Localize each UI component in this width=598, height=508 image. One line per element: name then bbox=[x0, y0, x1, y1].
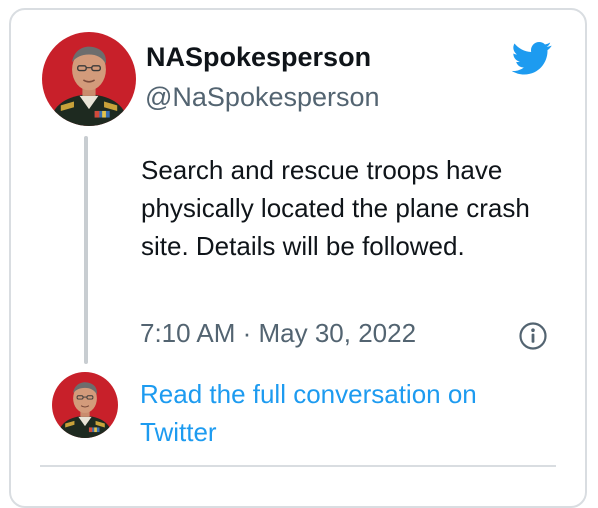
divider bbox=[40, 465, 556, 467]
twitter-bird-icon[interactable] bbox=[508, 38, 556, 78]
author-handle[interactable]: @NaSpokesperson bbox=[145, 82, 380, 113]
avatar-small[interactable] bbox=[52, 372, 118, 438]
avatar[interactable] bbox=[42, 32, 136, 126]
avatar-image bbox=[52, 372, 118, 438]
tweet-timestamp[interactable]: 7:10 AM · May 30, 2022 bbox=[140, 318, 416, 349]
info-icon[interactable] bbox=[518, 321, 548, 351]
tweet-text: Search and rescue troops have physically… bbox=[141, 155, 530, 261]
avatar-image bbox=[42, 32, 136, 126]
read-full-conversation-link[interactable]: Read the full conversation on Twitter bbox=[140, 375, 540, 451]
author-display-name[interactable]: NASpokesperson bbox=[146, 42, 371, 73]
thread-connector-line bbox=[84, 136, 88, 364]
